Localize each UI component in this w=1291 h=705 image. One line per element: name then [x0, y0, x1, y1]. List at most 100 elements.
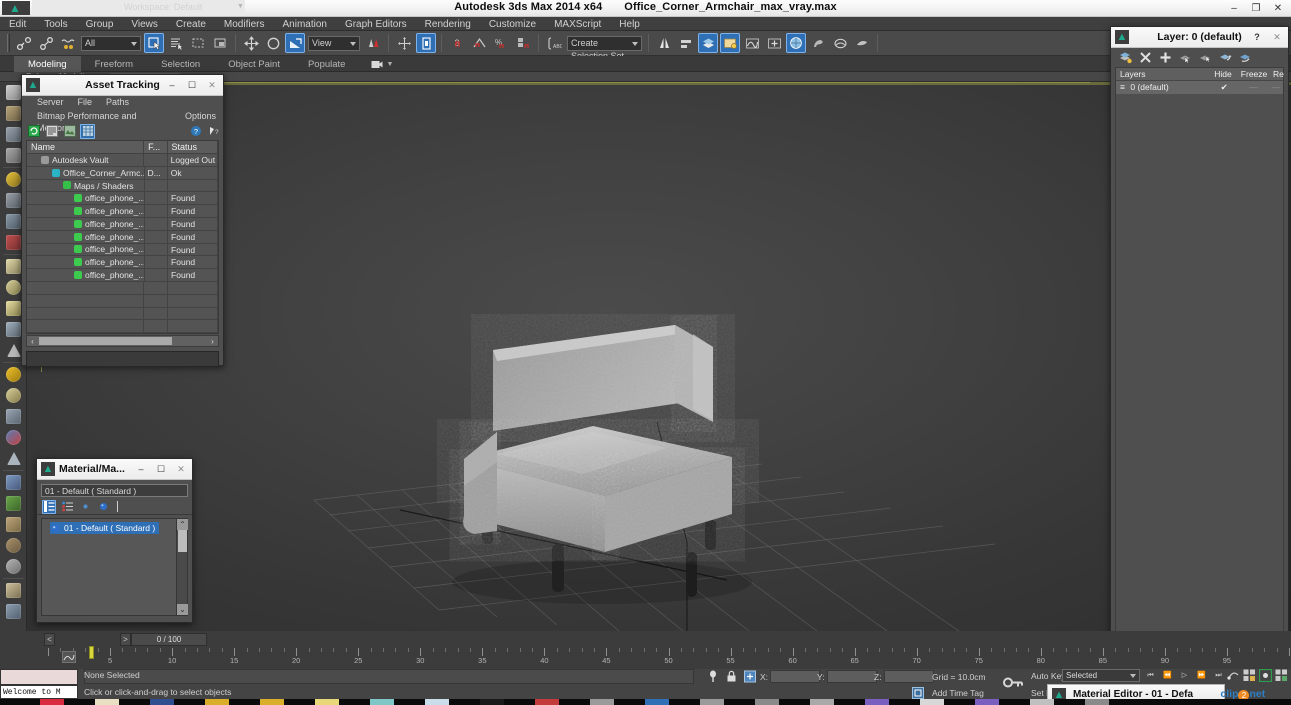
menu-item-graph-editors[interactable]: Graph Editors: [336, 17, 416, 31]
material-editor-icon[interactable]: [786, 33, 806, 53]
taskbar-app-icon[interactable]: [865, 699, 889, 705]
asset-tracking-minimize[interactable]: –: [162, 76, 182, 94]
layer-table-row[interactable]: ≡ 0 (default) ✔ — —: [1116, 81, 1283, 94]
material-list-scrollbar[interactable]: ⌃ ⌄: [176, 519, 188, 615]
ribbon-tab-freeform[interactable]: Freeform: [81, 56, 148, 72]
asset-table-row[interactable]: office_phone_... Found: [27, 256, 218, 270]
taskbar-app-icon[interactable]: [425, 699, 449, 705]
asset-tracking-hscrollbar[interactable]: ‹ ›: [26, 335, 219, 348]
browser-options-icon[interactable]: [42, 499, 56, 514]
align-objects-icon[interactable]: [676, 33, 696, 53]
rendered-frame-window-icon[interactable]: [830, 33, 850, 53]
scroll-right-arrow-icon[interactable]: ›: [207, 337, 218, 346]
taskbar-app-icon[interactable]: [1085, 699, 1109, 705]
mirror-geometry-icon[interactable]: [654, 33, 674, 53]
next-frame-button[interactable]: >: [120, 633, 131, 646]
snapshot-icon[interactable]: [1243, 669, 1256, 687]
refresh-icon[interactable]: [26, 124, 41, 139]
scroll-down-arrow-icon[interactable]: ⌄: [177, 604, 188, 615]
selection-filter-combo[interactable]: All: [81, 35, 141, 51]
key-tangent-icon[interactable]: [1227, 669, 1240, 687]
taskbar-app-icon[interactable]: [645, 699, 669, 705]
layer-render-cell[interactable]: —: [1270, 81, 1283, 94]
layer-column-header-2[interactable]: Freeze: [1237, 68, 1269, 80]
add-selection-icon[interactable]: [1159, 51, 1172, 64]
pyramid-icon[interactable]: [0, 448, 27, 469]
selection-lock-icon[interactable]: [726, 670, 737, 688]
select-and-move-icon[interactable]: [241, 33, 261, 53]
disc-icon[interactable]: [0, 385, 27, 406]
menu-item-edit[interactable]: Edit: [0, 17, 35, 31]
asset-table-row[interactable]: office_phone_... Found: [27, 269, 218, 282]
material-browser-close[interactable]: ✕: [171, 460, 191, 478]
reference-coordinate-combo[interactable]: View: [308, 35, 360, 51]
taskbar-app-icon[interactable]: [810, 699, 834, 705]
asset-menu-server[interactable]: Server: [30, 96, 71, 108]
angle-snap-toggle-icon[interactable]: [469, 33, 489, 53]
timeline-ruler[interactable]: 5 10 15 20 25 30 35 40 45 50 55 60 65 70 75 80 85 90 95: [48, 648, 1290, 668]
layer-close-button[interactable]: ✕: [1267, 28, 1287, 46]
select-and-rotate-icon[interactable]: [263, 33, 283, 53]
schematic-view-icon[interactable]: [764, 33, 784, 53]
set-current-layer-icon[interactable]: [1239, 51, 1252, 64]
close-button[interactable]: ✕: [1267, 0, 1289, 16]
snaps-toggle-icon[interactable]: 3: [447, 33, 467, 53]
add-to-layer-icon[interactable]: [1219, 51, 1232, 64]
asset-column-header-0[interactable]: Name: [27, 141, 145, 153]
layer-manager-icon[interactable]: [698, 33, 718, 53]
menu-item-group[interactable]: Group: [77, 17, 123, 31]
next-frame-button[interactable]: ⏩: [1194, 669, 1209, 682]
layer-table[interactable]: Layers Hide Freeze Re ≡ 0 (default) ✔ — —: [1115, 67, 1284, 650]
asset-menu-options[interactable]: Options: [178, 110, 223, 122]
asset-table-row[interactable]: [27, 307, 218, 321]
ribbon-tab-selection[interactable]: Selection: [147, 56, 214, 72]
asset-column-header-1[interactable]: F...: [144, 141, 168, 153]
mesh-icon[interactable]: [0, 406, 27, 427]
material-list-icon[interactable]: [60, 500, 74, 514]
go-to-start-button[interactable]: ⏮: [1143, 669, 1158, 682]
asset-tracking-titlebar[interactable]: ▲ Asset Tracking – ☐ ✕: [22, 75, 223, 96]
menu-item-tools[interactable]: Tools: [35, 17, 76, 31]
maximize-viewport-icon[interactable]: [1275, 669, 1288, 687]
taskbar-app-icon[interactable]: [480, 699, 504, 705]
z-coord-field[interactable]: [884, 670, 934, 683]
material-table-icon[interactable]: [0, 580, 27, 601]
zoom-region-icon[interactable]: [1258, 668, 1273, 687]
menu-item-create[interactable]: Create: [167, 17, 215, 31]
hair-icon[interactable]: [0, 514, 27, 535]
play-animation-button[interactable]: ▷: [1177, 669, 1192, 682]
key-filter-combo[interactable]: Selected: [1062, 669, 1140, 682]
maxscript-mini-listener-input[interactable]: Welcome to M: [0, 685, 78, 699]
menu-item-views[interactable]: Views: [122, 17, 167, 31]
layer-help-button[interactable]: ?: [1247, 28, 1267, 46]
select-object-icon[interactable]: [144, 33, 164, 53]
maximize-button[interactable]: ❐: [1245, 0, 1267, 16]
sun-icon[interactable]: [0, 364, 27, 385]
material-browser-maximize[interactable]: ☐: [151, 460, 171, 478]
table-view-icon[interactable]: [80, 123, 95, 139]
curve-editor-icon[interactable]: [742, 33, 762, 53]
select-objects-in-layer-icon[interactable]: [1179, 51, 1192, 64]
absolute-relative-mode-icon[interactable]: [744, 670, 756, 688]
asset-table-row[interactable]: office_phone_... Found: [27, 192, 218, 206]
layer-column-header-0[interactable]: Layers: [1116, 68, 1210, 80]
grass-icon[interactable]: [0, 493, 27, 514]
use-pivot-center-icon[interactable]: [363, 33, 383, 53]
taskbar-app-icon[interactable]: [975, 699, 999, 705]
material-browser-minimize[interactable]: –: [131, 460, 151, 478]
asset-menu-bitmap-performance-and-memory[interactable]: Bitmap Performance and Memory: [30, 110, 178, 133]
ribbon-camera-icon[interactable]: ▼: [371, 60, 393, 69]
taskbar-app-icon[interactable]: [1030, 699, 1054, 705]
sphere-grey-icon[interactable]: [0, 556, 27, 577]
taskbar-app-icon[interactable]: [95, 699, 119, 705]
asset-table-row[interactable]: office_phone_... Found: [27, 243, 218, 257]
mirror-icon[interactable]: [394, 33, 414, 53]
asset-table-row[interactable]: Office_Corner_Armc... D... Ok: [27, 166, 218, 180]
edit-named-selection-sets-icon[interactable]: ABC: [544, 33, 564, 53]
go-to-end-button[interactable]: ⏭: [1211, 669, 1226, 682]
unlink-selection-icon[interactable]: [36, 33, 56, 53]
track-bar[interactable]: < 0 / 100 > 5 10 15 20 25 30 35 40 45 50 55 60 65 70 7…: [0, 631, 1291, 669]
taskbar-app-icon[interactable]: [260, 699, 284, 705]
toolbar-grip[interactable]: [7, 34, 10, 52]
asset-table-row[interactable]: office_phone_... Found: [27, 205, 218, 218]
